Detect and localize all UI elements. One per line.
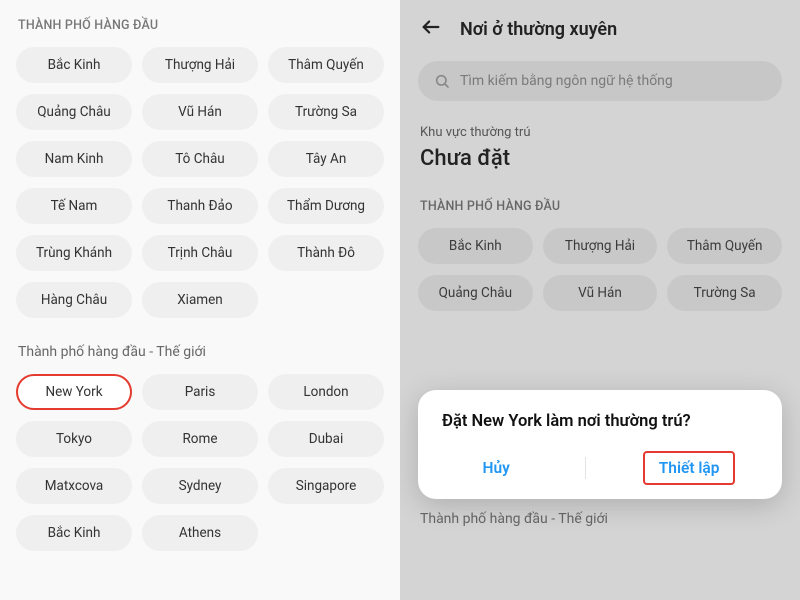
city-chip[interactable]: Singapore: [268, 468, 384, 504]
city-chip[interactable]: Matxcova: [16, 468, 132, 504]
city-chip[interactable]: Nam Kinh: [16, 141, 132, 177]
search-input[interactable]: Tìm kiếm bằng ngôn ngữ hệ thống: [418, 61, 782, 101]
city-chip[interactable]: Quảng Châu: [16, 94, 132, 130]
city-chip[interactable]: Thanh Đảo: [142, 188, 258, 224]
top-cities-header: THÀNH PHỐ HÀNG ĐẦU: [400, 171, 800, 214]
city-chip[interactable]: Xiamen: [543, 447, 658, 483]
city-chip[interactable]: Thâm Quyến: [667, 228, 782, 264]
residence-value: Chưa đặt: [400, 146, 800, 171]
city-chip[interactable]: Thành Đô: [268, 235, 384, 271]
city-chip[interactable]: Hàng Châu: [418, 447, 533, 483]
obscured-row: Trùng Khánh Trịnh Châu Thành Đô: [400, 400, 800, 436]
back-icon[interactable]: [420, 16, 442, 43]
city-chip[interactable]: Paris: [142, 374, 258, 410]
world-cities-header: Thành phố hàng đầu - Thế giới: [14, 318, 386, 374]
residence-label: Khu vực thường trú: [400, 101, 800, 146]
city-chip[interactable]: Tô Châu: [142, 141, 258, 177]
city-chip[interactable]: Rome: [142, 421, 258, 457]
city-chip[interactable]: Bắc Kinh: [16, 47, 132, 83]
city-chip[interactable]: Thượng Hải: [543, 228, 658, 264]
row-after: Hàng Châu Xiamen: [400, 447, 800, 483]
city-chip[interactable]: Hàng Châu: [16, 282, 132, 318]
world-cities-header: Thành phố hàng đầu - Thế giới: [400, 483, 800, 527]
city-chip[interactable]: Tokyo: [16, 421, 132, 457]
city-chip[interactable]: Xiamen: [142, 282, 258, 318]
city-chip[interactable]: Thượng Hải: [142, 47, 258, 83]
topbar: Nơi ở thường xuyên: [400, 0, 800, 53]
city-chip[interactable]: Trường Sa: [268, 94, 384, 130]
world-cities-grid: New York Paris London Tokyo Rome Dubai M…: [14, 374, 386, 551]
city-chip[interactable]: Tây An: [268, 141, 384, 177]
city-chip[interactable]: Athens: [142, 515, 258, 551]
top-cities-grid: Bắc Kinh Thượng Hải Thâm Quyến Quảng Châ…: [14, 47, 386, 318]
city-chip[interactable]: Thành Đô: [667, 400, 782, 436]
city-chip[interactable]: Bắc Kinh: [16, 515, 132, 551]
city-chip[interactable]: London: [268, 374, 384, 410]
city-chip[interactable]: Bắc Kinh: [418, 228, 533, 264]
city-chip[interactable]: Sydney: [142, 468, 258, 504]
city-chip[interactable]: Thâm Quyến: [268, 47, 384, 83]
left-screen: THÀNH PHỐ HÀNG ĐẦU Bắc Kinh Thượng Hải T…: [0, 0, 400, 600]
search-icon: [434, 73, 450, 89]
page-title: Nơi ở thường xuyên: [460, 19, 617, 40]
top-cities-header: THÀNH PHỐ HÀNG ĐẦU: [14, 18, 386, 33]
city-chip[interactable]: Trường Sa: [667, 275, 782, 311]
city-chip[interactable]: Trùng Khánh: [418, 400, 533, 436]
city-chip-new-york[interactable]: New York: [16, 374, 132, 410]
city-chip[interactable]: Trùng Khánh: [16, 235, 132, 271]
city-chip[interactable]: Vũ Hán: [543, 275, 658, 311]
city-chip[interactable]: Tế Nam: [16, 188, 132, 224]
city-chip[interactable]: Dubai: [268, 421, 384, 457]
city-chip[interactable]: Vũ Hán: [142, 94, 258, 130]
city-chip[interactable]: Thẩm Dương: [268, 188, 384, 224]
city-chip[interactable]: Trịnh Châu: [142, 235, 258, 271]
city-chip[interactable]: Quảng Châu: [418, 275, 533, 311]
right-screen: Nơi ở thường xuyên Tìm kiếm bằng ngôn ng…: [400, 0, 800, 600]
city-chip[interactable]: Trịnh Châu: [543, 400, 658, 436]
top-cities-grid: Bắc Kinh Thượng Hải Thâm Quyến Quảng Châ…: [400, 228, 800, 311]
search-placeholder: Tìm kiếm bằng ngôn ngữ hệ thống: [460, 73, 673, 89]
